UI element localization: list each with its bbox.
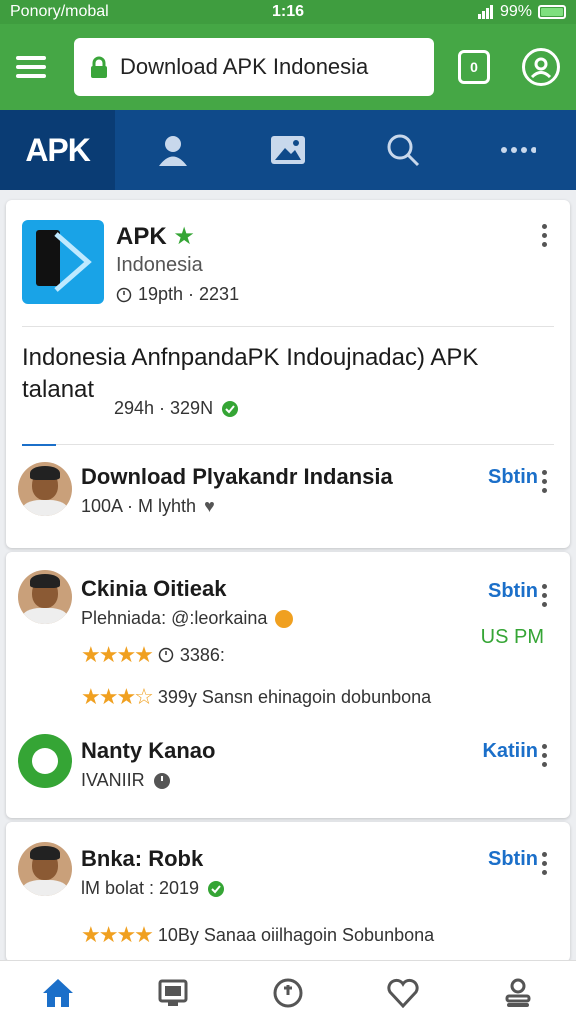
app-bar: Download APK Indonesia 0 xyxy=(0,24,576,110)
review-card: Ckinia Oitieak Plehniada: @:leorkaina Sb… xyxy=(6,552,570,818)
clock-icon xyxy=(158,647,174,663)
nav-news[interactable] xyxy=(115,961,230,1024)
row-menu-icon[interactable] xyxy=(542,744,548,767)
app-meta: 19pth · 2231 xyxy=(116,284,239,305)
app-name[interactable]: APK ★ xyxy=(116,222,195,251)
lock-icon xyxy=(91,56,107,78)
row-title[interactable]: Bnka: Robk xyxy=(81,846,203,872)
tab-gallery[interactable] xyxy=(230,110,345,190)
battery-icon xyxy=(538,5,566,19)
verified-icon xyxy=(222,400,239,417)
review-row: ★★★★ 10By Sanaa oiilhagoin Sobunbona xyxy=(81,922,434,948)
brand-label: APK xyxy=(25,131,91,168)
clock-icon xyxy=(273,978,303,1007)
verified-icon xyxy=(208,880,225,897)
divider xyxy=(22,326,554,327)
badge-icon xyxy=(275,609,294,628)
tab-profile[interactable] xyxy=(115,110,230,190)
row-sub-text: 100A · M lyhth xyxy=(81,496,197,516)
heart-icon xyxy=(387,978,419,1008)
row-sub: IVANIIR xyxy=(81,770,171,791)
star-rating: ★★★★ xyxy=(81,922,154,947)
person-icon xyxy=(505,978,531,1007)
row-action-button[interactable]: Sbtin xyxy=(488,848,538,871)
news-icon xyxy=(158,979,188,1006)
star-rating: ★★★☆ xyxy=(81,684,154,709)
heart-icon: ♥ xyxy=(204,496,215,516)
list-item[interactable]: Download Plyakandr Indansia 100A · M lyh… xyxy=(6,454,570,524)
row-menu-icon[interactable] xyxy=(542,852,548,875)
review-row: ★★★☆ 399y Sansn ehinagoin dobunbona xyxy=(81,684,431,710)
more-icon xyxy=(501,147,537,153)
star-rating: ★★★★ xyxy=(81,642,154,667)
row-sub-text: IVANIIR xyxy=(81,770,145,790)
row-title[interactable]: Download Plyakandr Indansia xyxy=(81,464,393,490)
row-sub: Plehniada: @:leorkaina xyxy=(81,608,294,629)
row-action-button[interactable]: Katiin xyxy=(482,740,538,763)
status-bar: Ponory/mobal 1:16 99% xyxy=(0,0,576,24)
avatar xyxy=(18,842,72,896)
image-icon xyxy=(271,136,305,164)
card-menu-icon[interactable] xyxy=(542,224,548,247)
app-subtitle: Indonesia xyxy=(116,254,203,276)
timestamp: US PM xyxy=(480,626,544,648)
review-text: 399y Sansn ehinagoin dobunbona xyxy=(157,686,432,707)
row-sub: 100A · M lyhth ♥ xyxy=(81,496,215,517)
tab-apk-home[interactable]: APK xyxy=(0,110,116,190)
row-action-button[interactable]: Sbtin xyxy=(488,466,538,489)
profile-icon[interactable] xyxy=(522,48,560,86)
review-card: Bnka: Robk lM bolat : 2019 Sbtin ★★★★ 10… xyxy=(6,822,570,962)
row-menu-icon[interactable] xyxy=(542,584,548,607)
app-avatar xyxy=(18,734,72,788)
accent-line xyxy=(22,444,56,446)
review-text: 10By Sanaa oiilhagoin Sobunbona xyxy=(157,924,435,945)
status-time: 1:16 xyxy=(271,3,305,20)
avatar xyxy=(18,462,72,516)
tab-more[interactable] xyxy=(461,110,576,190)
nav-clock[interactable] xyxy=(230,961,345,1024)
person-icon xyxy=(158,136,187,166)
avatar xyxy=(18,570,72,624)
rating-meta: 3386: xyxy=(179,644,225,665)
rating-row: ★★★★ 3386: xyxy=(81,642,225,668)
nav-profile[interactable] xyxy=(461,961,576,1024)
star-icon: ★ xyxy=(173,223,195,250)
tab-search[interactable] xyxy=(346,110,461,190)
headline-meta-text: 294h · 329N xyxy=(114,398,214,418)
row-title[interactable]: Nanty Kanao xyxy=(81,738,215,764)
row-sub-text: Plehniada: @:leorkaina xyxy=(81,608,268,628)
nav-favorites[interactable] xyxy=(346,961,461,1024)
row-action-button[interactable]: Sbtin xyxy=(488,580,538,603)
url-text: Download APK Indonesia xyxy=(120,54,369,79)
app-icon[interactable] xyxy=(22,220,104,304)
list-item[interactable]: Ckinia Oitieak Plehniada: @:leorkaina Sb… xyxy=(6,560,570,710)
row-menu-icon[interactable] xyxy=(542,470,548,493)
clock-icon xyxy=(153,772,170,789)
list-item[interactable]: Nanty Kanao IVANIIR Katiin xyxy=(6,728,570,808)
hamburger-menu-icon[interactable] xyxy=(16,47,56,87)
bottom-nav xyxy=(0,960,576,1024)
app-card: APK ★ Indonesia 19pth · 2231 Indonesia A… xyxy=(6,200,570,548)
tab-count-button[interactable]: 0 xyxy=(458,50,490,84)
home-icon xyxy=(42,978,73,1007)
headline-meta: 294h · 329N xyxy=(114,398,239,419)
url-bar[interactable]: Download APK Indonesia xyxy=(74,38,434,96)
nav-home[interactable] xyxy=(0,961,115,1024)
app-meta-text: 19pth · 2231 xyxy=(138,284,240,304)
row-sub: lM bolat : 2019 xyxy=(81,878,225,899)
row-title[interactable]: Ckinia Oitieak xyxy=(81,576,227,602)
search-icon xyxy=(387,134,420,167)
clock-icon xyxy=(116,287,132,302)
top-tab-bar: APK xyxy=(0,110,576,190)
row-sub-text: lM bolat : 2019 xyxy=(81,878,200,898)
divider xyxy=(22,444,554,445)
headline[interactable]: Indonesia AnfnpandaPK Indoujnadac) APK t… xyxy=(22,342,542,406)
list-item[interactable]: Bnka: Robk lM bolat : 2019 Sbtin ★★★★ 10… xyxy=(6,830,570,960)
